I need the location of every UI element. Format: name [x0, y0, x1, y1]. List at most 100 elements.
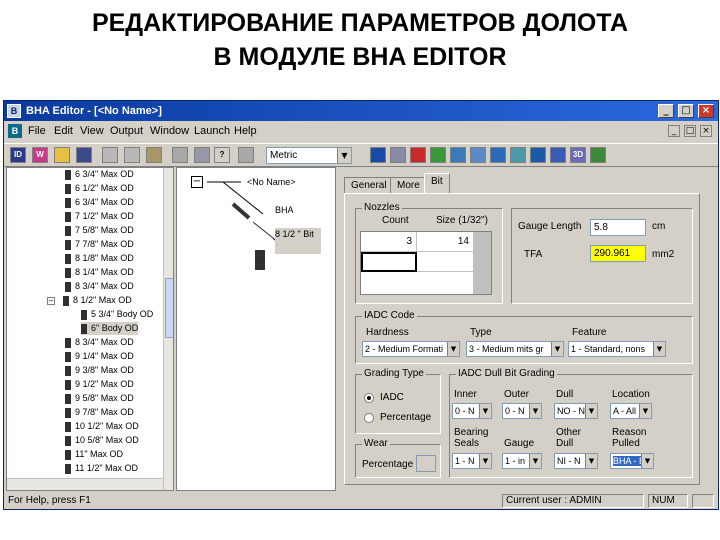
chevron-down-icon[interactable]: ▼ — [529, 454, 541, 468]
menu-help[interactable]: Help — [234, 122, 257, 141]
new-wizard-icon[interactable]: W — [32, 147, 48, 163]
tree-item[interactable]: 10 5/8" Max OD — [65, 434, 139, 447]
minimize-button[interactable]: _ — [658, 104, 674, 118]
collapse-icon[interactable]: − — [47, 296, 55, 305]
component-down-icon[interactable] — [390, 147, 406, 163]
percentage-radio[interactable] — [364, 413, 374, 423]
tree-item[interactable]: 7 5/8" Max OD — [65, 224, 134, 237]
tree-item[interactable]: 11" Max OD — [65, 448, 123, 461]
chevron-down-icon[interactable]: ▼ — [447, 342, 459, 356]
dull-select[interactable]: NO - N ▼ — [554, 403, 598, 419]
chevron-down-icon[interactable]: ▼ — [479, 404, 491, 418]
chevron-down-icon[interactable]: ▼ — [639, 404, 651, 418]
inner-select[interactable]: 0 - N ▼ — [452, 403, 492, 419]
menu-edit[interactable]: Edit — [54, 122, 73, 141]
chevron-down-icon[interactable]: ▼ — [641, 454, 653, 468]
tree-item[interactable]: 9 3/8" Max OD — [65, 364, 134, 377]
menu-output[interactable]: Output — [110, 122, 143, 141]
wear-percentage-input[interactable] — [416, 455, 436, 472]
chevron-down-icon[interactable]: ▼ — [529, 404, 541, 418]
3d-view-icon[interactable]: 3D — [570, 147, 586, 163]
gauge-select[interactable]: 1 - in ▼ — [502, 453, 542, 469]
tree-item[interactable]: 6 3/4" Max OD — [65, 168, 134, 181]
save-icon[interactable] — [76, 147, 92, 163]
report-icon[interactable] — [530, 147, 546, 163]
graph-bha-label[interactable]: BHA — [275, 204, 294, 216]
hydraulics-icon[interactable] — [490, 147, 506, 163]
component-up-icon[interactable] — [370, 147, 386, 163]
tree-item[interactable]: 11 1/2" Max OD — [65, 462, 138, 475]
iadc-radio[interactable] — [364, 393, 374, 403]
chevron-down-icon[interactable]: ▼ — [337, 148, 351, 163]
grid-icon[interactable] — [590, 147, 606, 163]
cut-icon[interactable] — [102, 147, 118, 163]
print-icon[interactable] — [172, 147, 188, 163]
tree-horizontal-scrollbar[interactable] — [7, 478, 163, 490]
mdi-close-button[interactable]: × — [700, 125, 712, 137]
tree-item[interactable]: 10 1/2" Max OD — [65, 420, 139, 433]
nozzles-scrollbar[interactable] — [473, 232, 491, 294]
menu-view[interactable]: View — [80, 122, 104, 141]
tree-item[interactable]: 9 1/2" Max OD — [65, 378, 134, 391]
open-folder-icon[interactable] — [54, 147, 70, 163]
tree-item[interactable]: 8 1/8" Max OD — [65, 252, 134, 265]
torque-icon[interactable] — [450, 147, 466, 163]
copy-icon[interactable] — [124, 147, 140, 163]
menu-launch[interactable]: Launch — [194, 122, 230, 141]
tree-item[interactable]: 7 7/8" Max OD — [65, 238, 134, 251]
tree-vertical-scrollbar[interactable] — [163, 168, 173, 490]
tab-general[interactable]: General — [344, 177, 394, 193]
maximize-button[interactable]: □ — [678, 104, 694, 118]
tree-item[interactable]: 9 5/8" Max OD — [65, 392, 134, 405]
other-dull-select[interactable]: NI - N ▼ — [554, 453, 598, 469]
preview-icon[interactable] — [194, 147, 210, 163]
chart-icon[interactable] — [550, 147, 566, 163]
scrollbar-thumb[interactable] — [165, 278, 173, 338]
nozzle-size-cell[interactable] — [417, 252, 473, 272]
help-icon[interactable]: ? — [214, 147, 230, 163]
tree-item[interactable]: 8 3/4" Max OD — [65, 336, 134, 349]
feature-select[interactable]: 1 - Standard, nons ▼ — [568, 341, 666, 357]
menu-window[interactable]: Window — [150, 122, 189, 141]
units-select[interactable]: Metric ▼ — [266, 147, 352, 164]
graph-bit-label[interactable]: 8 1/2 " Bit — [275, 228, 321, 254]
tree-item[interactable]: 9 7/8" Max OD — [65, 406, 134, 419]
reason-pulled-select[interactable]: BHA - E ▼ — [610, 453, 654, 469]
mdi-restore-button[interactable]: □ — [684, 125, 696, 137]
hardness-select[interactable]: 2 - Medium Formati ▼ — [362, 341, 460, 357]
nozzle-size-cell[interactable]: 14 — [417, 232, 473, 252]
outer-select[interactable]: 0 - N ▼ — [502, 403, 542, 419]
chevron-down-icon[interactable]: ▼ — [479, 454, 491, 468]
drag-icon[interactable] — [470, 147, 486, 163]
tree-item[interactable]: 6 3/4" Max OD — [65, 196, 134, 209]
chevron-down-icon[interactable]: ▼ — [585, 404, 597, 418]
tab-bit[interactable]: Bit — [424, 173, 450, 194]
tools-icon[interactable] — [238, 147, 254, 163]
stabilizer-icon[interactable] — [510, 147, 526, 163]
tree-item[interactable]: 6 1/2" Max OD — [65, 182, 134, 195]
paste-icon[interactable] — [146, 147, 162, 163]
tree-item[interactable]: 5 3/4" Body OD — [81, 308, 153, 321]
close-button[interactable]: × — [698, 104, 714, 118]
tree-item-expanded[interactable]: −8 1/2" Max OD — [47, 294, 132, 307]
tree-item-selected[interactable]: 6" Body OD — [81, 322, 139, 335]
tree-item[interactable]: 9 1/4" Max OD — [65, 350, 134, 363]
chevron-down-icon[interactable]: ▼ — [551, 342, 563, 356]
chevron-down-icon[interactable]: ▼ — [653, 342, 665, 356]
delete-component-icon[interactable] — [410, 147, 426, 163]
graph-root-label[interactable]: <No Name> — [247, 176, 296, 188]
type-select[interactable]: 3 - Medium mits gr ▼ — [466, 341, 564, 357]
location-select[interactable]: A - All ▼ — [610, 403, 652, 419]
menu-file[interactable]: File — [28, 122, 46, 141]
new-bha-icon[interactable]: ID — [10, 147, 26, 163]
gauge-length-input[interactable]: 5.8 — [590, 219, 646, 236]
tree-item[interactable]: 8 3/4" Max OD — [65, 280, 134, 293]
tab-more[interactable]: More — [390, 177, 427, 193]
nozzle-count-cell[interactable]: 3 — [361, 232, 417, 252]
chevron-down-icon[interactable]: ▼ — [585, 454, 597, 468]
mdi-minimize-button[interactable]: _ — [668, 125, 680, 137]
tree-item[interactable]: 7 1/2" Max OD — [65, 210, 134, 223]
nozzle-count-cell-active[interactable] — [361, 252, 417, 272]
validate-icon[interactable] — [430, 147, 446, 163]
tree-item[interactable]: 8 1/4" Max OD — [65, 266, 134, 279]
